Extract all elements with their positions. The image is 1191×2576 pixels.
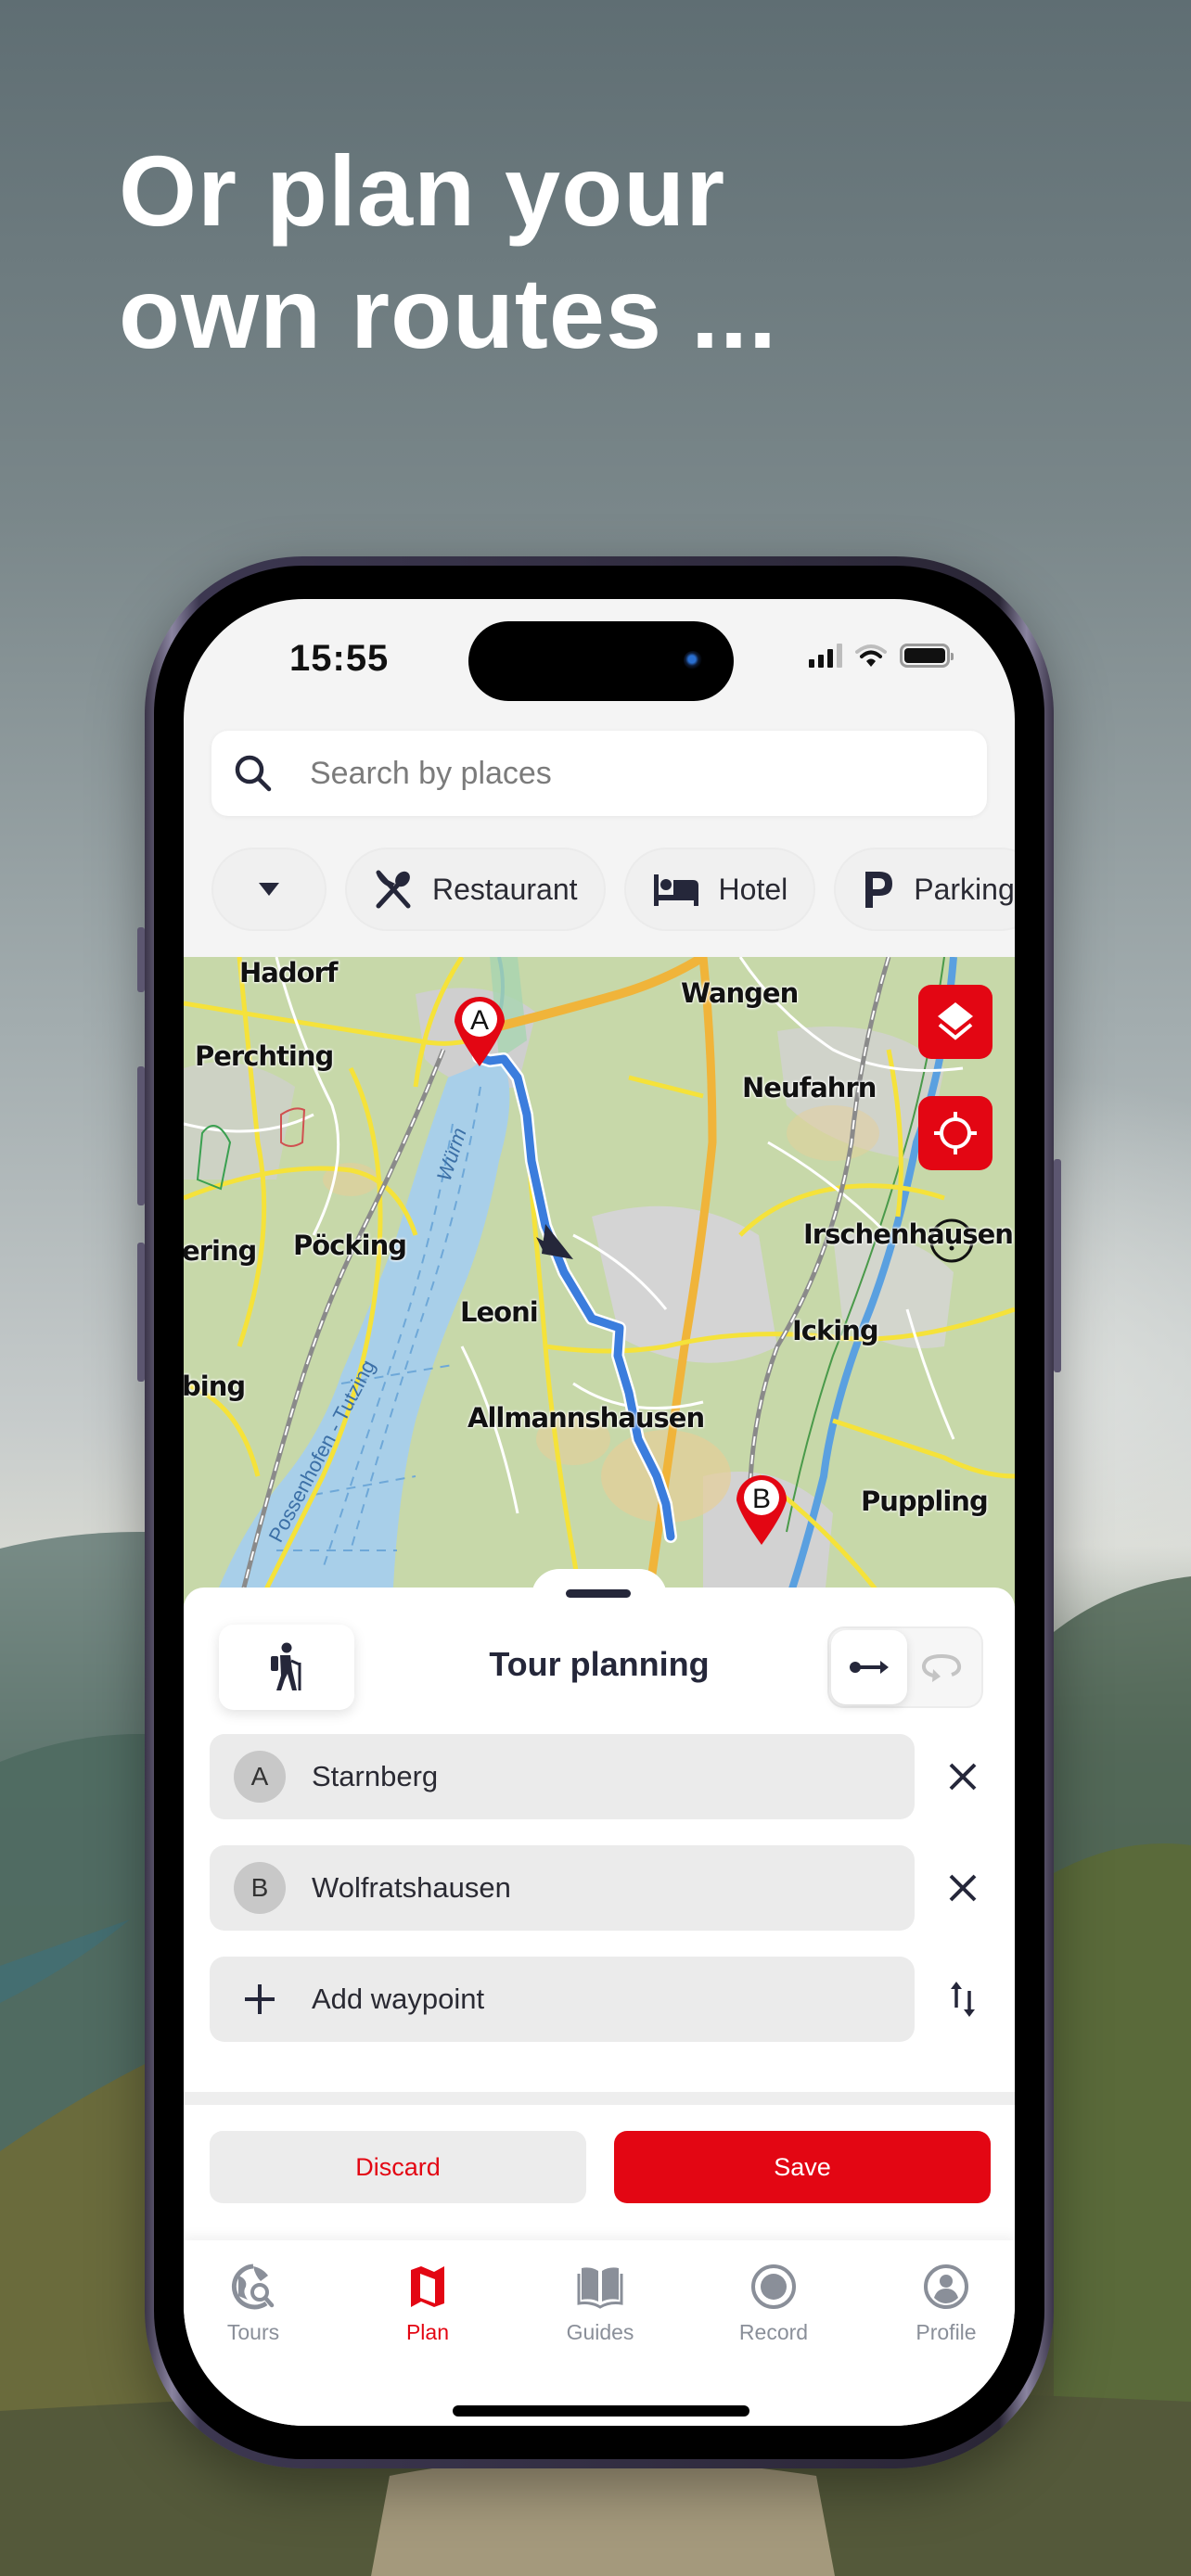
map-label: Allmannshausen	[467, 1402, 705, 1434]
route-type-round-trip[interactable]	[903, 1630, 980, 1704]
headline-line-1: Or plan your	[119, 134, 726, 247]
map-label: Puppling	[861, 1486, 989, 1517]
search-input[interactable]	[310, 755, 866, 792]
tab-guides[interactable]: Guides	[544, 2263, 656, 2345]
headline: Or plan your own routes ...	[119, 130, 777, 375]
filter-chip-label: Parking	[914, 872, 1015, 906]
map-label: Leoni	[460, 1296, 539, 1328]
remove-waypoint-end-button[interactable]	[937, 1862, 989, 1914]
route-type-toggle	[827, 1626, 983, 1708]
tour-planning-sheet: Tour planning A Starnberg B Wolfratshaus…	[184, 1569, 1015, 2311]
status-bar: 15:55	[184, 599, 1015, 720]
close-icon	[949, 1874, 977, 1902]
swap-vertical-icon	[951, 1982, 975, 2017]
phone-volume-down-button	[137, 1243, 145, 1382]
map-view[interactable]: Hadorf Wangen Perchting Neufahrn Pöcking…	[184, 957, 1015, 1606]
tab-label: Tours	[226, 2320, 280, 2344]
map-label: ering	[184, 1235, 257, 1267]
filter-chip-hotel[interactable]: Hotel	[623, 848, 816, 931]
locate-me-button[interactable]	[918, 1096, 992, 1170]
map-label: Irschenhausen	[803, 1218, 1014, 1250]
book-icon	[577, 2267, 623, 2309]
add-waypoint-label: Add waypoint	[312, 1983, 485, 2015]
tab-label: Plan	[405, 2320, 450, 2344]
filter-chip-parking[interactable]: Parking	[834, 848, 1015, 931]
home-indicator[interactable]	[453, 2405, 749, 2417]
caret-down-icon	[259, 883, 279, 896]
reverse-route-button[interactable]	[937, 1973, 989, 2025]
battery-icon	[900, 644, 954, 668]
discard-button[interactable]: Discard	[210, 2131, 586, 2203]
tab-profile[interactable]: Profile	[890, 2263, 1002, 2345]
tab-record[interactable]: Record	[718, 2263, 829, 2345]
map-label: bing	[184, 1371, 246, 1402]
map-label: Neufahrn	[742, 1072, 877, 1103]
camera-icon	[684, 651, 702, 670]
one-way-arrow-icon	[850, 1661, 889, 1674]
layers-icon	[938, 1002, 973, 1040]
sheet-handle-tab	[531, 1569, 667, 1606]
locate-icon	[934, 1112, 977, 1154]
status-icons	[809, 644, 954, 668]
map-label: Icking	[792, 1315, 879, 1346]
dynamic-island	[468, 621, 734, 701]
add-waypoint-button[interactable]: Add waypoint	[210, 1957, 915, 2042]
phone-screen: 15:55 Search by places Restaurant Hotel …	[184, 599, 1015, 2426]
cellular-signal-icon	[809, 644, 842, 668]
map-label: Perchting	[195, 1040, 334, 1072]
route-type-one-way[interactable]	[831, 1630, 907, 1704]
waypoint-name: Wolfratshausen	[312, 1871, 511, 1904]
map-layers-button[interactable]	[918, 985, 992, 1059]
route-start-marker[interactable]: A	[451, 990, 508, 1068]
remove-waypoint-start-button[interactable]	[937, 1751, 989, 1803]
search-bar[interactable]	[211, 731, 987, 816]
start-marker-letter: A	[470, 1005, 489, 1036]
map-label: Wangen	[681, 977, 799, 1009]
filter-dropdown-button[interactable]	[211, 848, 327, 931]
tab-tours[interactable]: Tours	[198, 2263, 309, 2345]
search-icon	[235, 755, 272, 792]
phone-volume-up-button	[137, 1066, 145, 1205]
filter-chip-label: Hotel	[718, 872, 788, 906]
waypoint-row-start[interactable]: A Starnberg	[210, 1734, 915, 1819]
status-time: 15:55	[289, 638, 390, 679]
filter-chip-restaurant[interactable]: Restaurant	[345, 848, 606, 931]
headline-line-2: own routes ...	[119, 257, 778, 369]
close-icon	[949, 1763, 977, 1791]
waypoint-row-end[interactable]: B Wolfratshausen	[210, 1845, 915, 1931]
map-icon	[411, 2266, 444, 2307]
map-label: Hadorf	[239, 957, 338, 988]
route-end-marker[interactable]: B	[733, 1469, 790, 1547]
fork-knife-icon	[376, 870, 411, 909]
round-trip-icon	[921, 1653, 962, 1682]
waypoint-badge: A	[234, 1751, 286, 1803]
save-button[interactable]: Save	[614, 2131, 991, 2203]
bed-icon	[653, 874, 698, 906]
tab-plan[interactable]: Plan	[372, 2263, 483, 2345]
plus-icon	[245, 1984, 275, 2014]
filter-chip-label: Restaurant	[432, 872, 578, 906]
globe-search-icon	[231, 2264, 275, 2310]
wifi-icon	[855, 644, 887, 667]
waypoint-name: Starnberg	[312, 1760, 439, 1792]
tab-label: Guides	[566, 2320, 634, 2344]
map-label: Pöcking	[293, 1230, 407, 1261]
filter-chips: Restaurant Hotel Parking	[211, 848, 1015, 931]
sheet-divider	[184, 2092, 1015, 2105]
sheet-drag-handle[interactable]	[566, 1589, 631, 1598]
parking-icon	[865, 872, 893, 908]
record-icon	[751, 2264, 796, 2309]
bottom-tab-bar: Tours Plan Guides Record Profile	[184, 2240, 1015, 2426]
waypoint-badge: B	[234, 1862, 286, 1914]
phone-action-button	[137, 927, 145, 992]
profile-icon	[924, 2264, 968, 2309]
plus-icon-wrap	[234, 1983, 286, 2016]
phone-power-button	[1054, 1159, 1061, 1372]
end-marker-letter: B	[752, 1484, 771, 1514]
tab-label: Profile	[916, 2320, 977, 2344]
tab-label: Record	[738, 2320, 809, 2344]
